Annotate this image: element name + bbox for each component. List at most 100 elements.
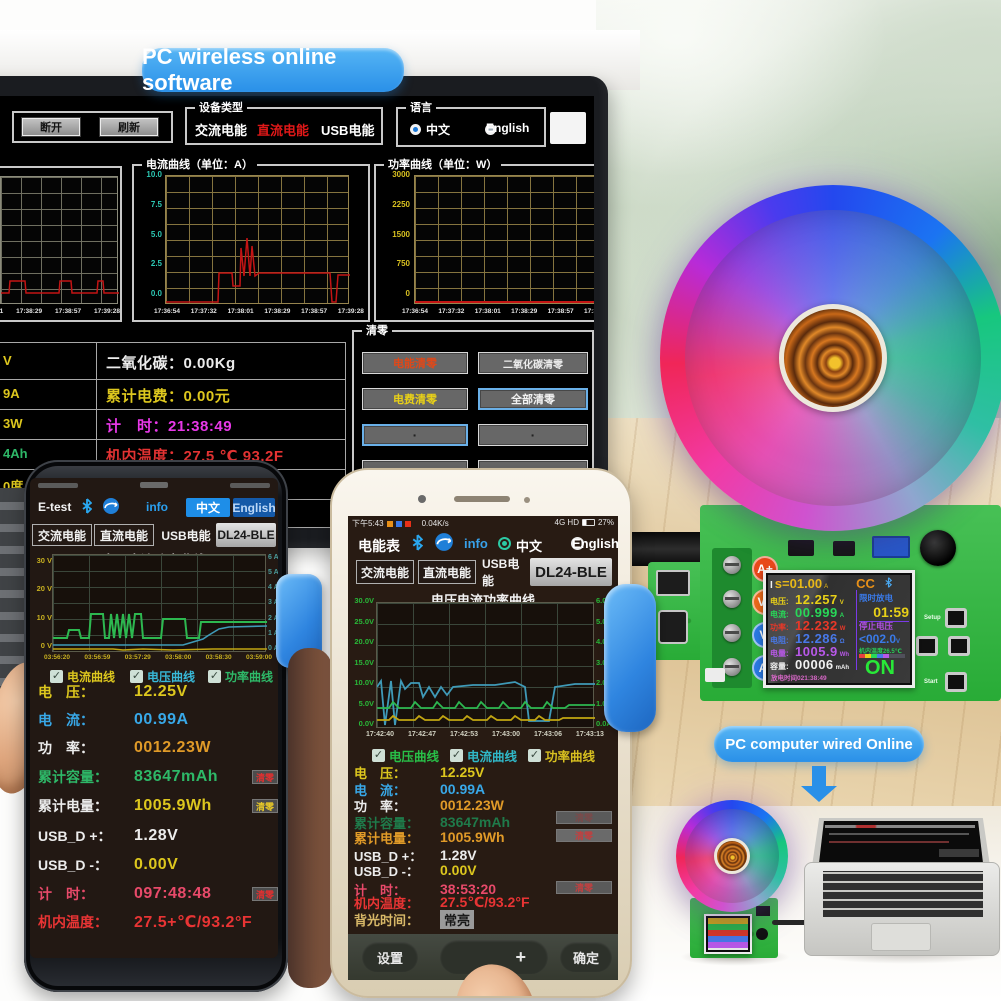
language-group: 语言 中文 English	[396, 107, 546, 147]
capacity-row: 累计容量：83647mAh	[38, 767, 218, 787]
tab-usb[interactable]: USB电能	[482, 560, 528, 584]
tab-usb-energy[interactable]: USB电能	[321, 120, 374, 139]
ic-chip	[756, 906, 770, 916]
clear-timer-button[interactable]: 清零	[252, 887, 278, 901]
legend-power[interactable]: 功率曲线	[208, 668, 273, 685]
language-title: 语言	[406, 101, 436, 115]
tab-ac-energy[interactable]: 交流电能	[195, 120, 247, 139]
power-curve-chart: 功率曲线（单位：W） 3000225015007500 17:36:5417:3…	[374, 164, 594, 322]
status-bar-decor	[38, 483, 78, 488]
confirm-button[interactable]: 确定	[560, 942, 612, 972]
refresh-button[interactable]: 刷新	[100, 118, 158, 136]
legend-power[interactable]: 功率曲线	[528, 746, 595, 765]
settings-button[interactable]: 设置	[362, 942, 418, 972]
y-tick-3: 750	[397, 259, 410, 268]
legend-current[interactable]: 电流曲线	[450, 746, 517, 765]
terminal-screw[interactable]	[723, 624, 741, 642]
tab-ac[interactable]: 交流电能	[32, 524, 92, 546]
y-tick-0: 3000	[392, 170, 410, 179]
status-speed: 0.04K/s	[422, 519, 449, 528]
radio-chinese-label[interactable]: 中文	[516, 536, 542, 555]
tab-dc[interactable]: 直流电能	[94, 524, 154, 546]
usb-port[interactable]	[656, 570, 690, 596]
ic-chip	[833, 541, 855, 556]
down-arrow-head	[801, 786, 837, 802]
usbd-plus-row: USB_D +：1.28V	[38, 826, 178, 846]
radio-chinese[interactable]	[498, 537, 511, 550]
laptop-screen	[812, 818, 990, 866]
legend-label: 功率曲线	[545, 746, 595, 765]
lcd-capacity-row: 容量: 00006 mAh	[770, 657, 849, 670]
clear-fee-button[interactable]: 电费清零	[362, 388, 468, 410]
lcd-set-row: I s=01.00 A CC	[770, 576, 892, 591]
y-tick-5: 5.0V	[359, 699, 374, 708]
usb-c-port[interactable]	[658, 610, 688, 644]
status-left: 下午5:43 0.04K/s	[352, 518, 449, 529]
clear-all-button[interactable]: 全部清零	[478, 388, 588, 410]
laptop-keyboard[interactable]	[823, 871, 983, 917]
power-row: 功 率：0012.23W	[38, 738, 211, 758]
energy-row: 累计电量：1005.9Wh	[38, 796, 212, 816]
bluetooth-icon[interactable]	[412, 534, 423, 551]
status-battery: 27%	[598, 518, 614, 527]
tab-ac[interactable]: 交流电能	[356, 560, 414, 584]
blank-button[interactable]	[362, 424, 468, 446]
clear-co2-button[interactable]: 二氧化碳清零	[478, 352, 588, 374]
bluetooth-icon[interactable]	[82, 498, 92, 514]
stop-voltage-box: 停止电压 <002.0V	[859, 620, 909, 646]
radio-chinese-label[interactable]: 中文	[426, 121, 450, 138]
voltage-curve-chart: 0117:38:2917:38:5717:39:28	[0, 166, 122, 322]
mode-button[interactable]	[916, 636, 938, 656]
y-tick-0: 30 V	[37, 556, 52, 565]
clear-energy-button[interactable]: 电能清零	[362, 352, 468, 374]
phone1-curves	[53, 555, 267, 653]
tab-usb[interactable]: USB电能	[160, 524, 212, 546]
terminal-screw[interactable]	[723, 658, 741, 676]
phone1-screen: E-test info 中文 English 交流电能 直流电能 USB电能 D…	[30, 478, 278, 958]
device-name-tab[interactable]: DL24-BLE	[216, 523, 276, 547]
tab-dc[interactable]: 直流电能	[418, 560, 476, 584]
clear-capacity-button[interactable]: 清零	[556, 811, 612, 824]
rgb-fan-small	[676, 800, 788, 912]
lcd-unit: mAh	[836, 665, 849, 671]
globe-icon[interactable]	[434, 532, 454, 552]
x-tick-5: 17:39:28	[338, 308, 364, 315]
radio-chinese[interactable]	[410, 124, 421, 135]
lcd-resistance-row: 电阻: 12.286 Ω	[770, 631, 845, 644]
timed-discharge-value: 01:59	[859, 604, 909, 620]
setup-button[interactable]	[945, 608, 967, 628]
clear-energy-button[interactable]: 清零	[556, 829, 612, 842]
info-link[interactable]: info	[464, 536, 488, 551]
blank-button[interactable]	[478, 424, 588, 446]
checkbox-icon[interactable]	[208, 670, 221, 683]
terminal-screw[interactable]	[723, 556, 741, 574]
clear-capacity-button[interactable]: 清零	[252, 770, 278, 784]
disconnect-button[interactable]: 断开	[22, 118, 80, 136]
co2-value: 二氧化碳：0.00Kg	[106, 352, 236, 373]
mini-ui-row	[829, 841, 949, 843]
radio-english-label[interactable]: English	[572, 536, 618, 551]
mode-button[interactable]	[948, 636, 970, 656]
mini-lcd-content	[708, 918, 748, 950]
checkbox-icon[interactable]	[528, 749, 541, 762]
x-tick-4: 17:38:57	[301, 308, 327, 315]
y-tick-2: 10 V	[37, 613, 52, 622]
lang-zh-button[interactable]: 中文	[186, 498, 230, 517]
lcd-value: 00006	[795, 657, 834, 672]
radio-english-label[interactable]: English	[486, 121, 529, 135]
lang-en-button[interactable]: English	[233, 498, 275, 517]
x-tick-0: 17:42:40	[366, 731, 394, 738]
terminal-screw[interactable]	[723, 590, 741, 608]
globe-icon[interactable]	[102, 497, 120, 515]
device-name-tab[interactable]: DL24-BLE	[530, 558, 612, 586]
start-button[interactable]	[945, 672, 967, 692]
lcd-label: 容量:	[770, 661, 793, 672]
tab-dc-energy[interactable]: 直流电能	[257, 120, 309, 139]
clear-energy-button[interactable]: 清零	[252, 799, 278, 813]
plus-button[interactable]: +	[515, 947, 526, 968]
laptop-trackpad[interactable]	[871, 923, 931, 951]
checkbox-icon[interactable]	[450, 749, 463, 762]
clear-timer-button[interactable]: 清零	[556, 881, 612, 894]
checkbox-icon[interactable]	[372, 749, 385, 762]
info-link[interactable]: info	[146, 500, 168, 514]
